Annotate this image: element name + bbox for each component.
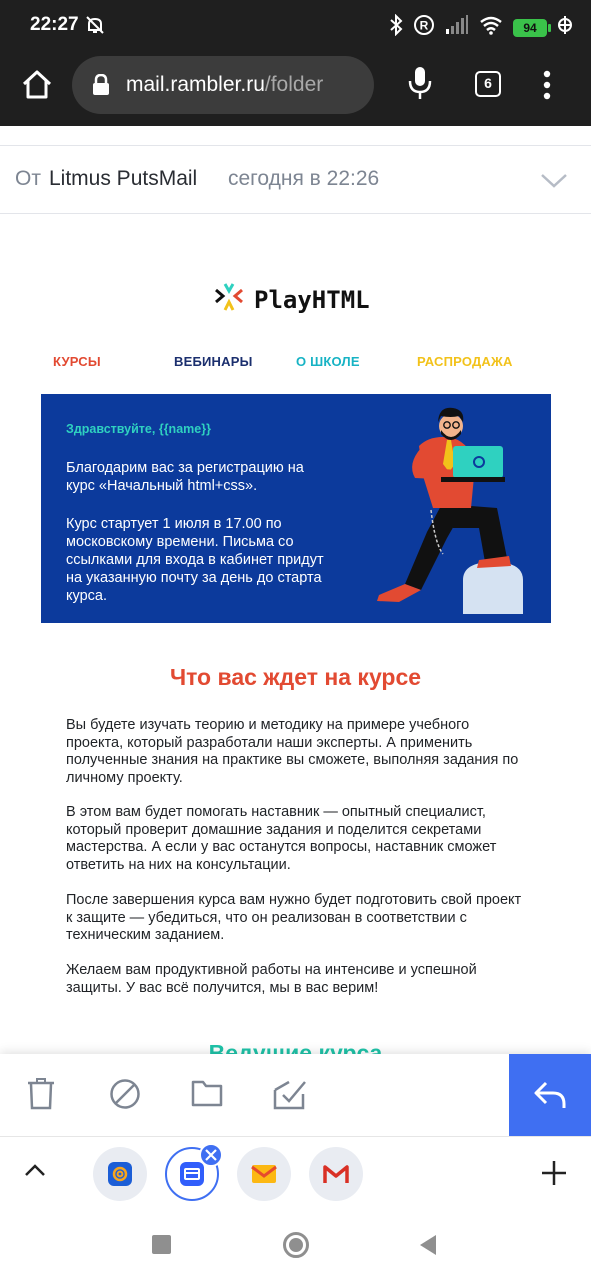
status-bar: 22:27 R 94 (0, 0, 591, 52)
nav-courses-link[interactable]: КУРСЫ (53, 354, 101, 369)
folder-icon[interactable] (191, 1078, 223, 1113)
url-text: mail.rambler.ru/folder (126, 73, 323, 97)
gmail-app-icon[interactable] (309, 1147, 363, 1201)
status-time: 22:27 (30, 14, 79, 35)
from-label: От (15, 167, 41, 190)
url-host: mail.rambler.ru (126, 73, 265, 96)
nav-webinars-link[interactable]: ВЕБИНАРЫ (174, 354, 253, 369)
close-icon[interactable] (199, 1143, 223, 1167)
mail-action-toolbar (0, 1054, 591, 1136)
banner-paragraph: Курс стартует 1 июля в 17.00 по московск… (66, 516, 324, 604)
sender-name[interactable]: Litmus PutsMail (49, 167, 197, 191)
bluetooth-icon (389, 13, 403, 41)
logo-text: PlayHTML (254, 285, 370, 314)
home-button-icon[interactable] (283, 1232, 309, 1258)
status-icons: R 94 (389, 13, 573, 41)
playhtml-logo-icon (214, 282, 244, 317)
url-path: /folder (264, 73, 324, 96)
yandex-mail-app-icon[interactable] (237, 1147, 291, 1201)
student-with-laptop-illustration (377, 407, 523, 614)
email-logo[interactable]: PlayHTML (214, 282, 370, 317)
chevron-up-icon[interactable] (24, 1163, 46, 1182)
spam-icon[interactable] (109, 1078, 141, 1115)
svg-text:R: R (420, 19, 429, 33)
tabs-count-button[interactable]: 6 (475, 71, 501, 97)
app-switcher-bar (0, 1136, 591, 1210)
message-header: От Litmus PutsMail сегодня в 22:26 (0, 126, 591, 214)
signal-icon (445, 15, 469, 40)
back-icon[interactable] (418, 1234, 438, 1261)
wifi-icon (479, 15, 503, 40)
mute-icon (84, 14, 106, 41)
home-icon[interactable] (20, 68, 54, 102)
body-paragraph: Вы будете изучать теорию и методику на п… (66, 717, 519, 786)
url-bar[interactable]: mail.rambler.ru/folder (72, 56, 374, 114)
body-paragraph: Желаем вам продуктивной работы на интенс… (66, 962, 477, 996)
trash-icon[interactable] (27, 1078, 55, 1115)
microphone-icon[interactable] (406, 65, 434, 106)
mail-ru-app-icon[interactable] (93, 1147, 147, 1201)
recent-apps-icon[interactable] (152, 1235, 171, 1254)
banner-paragraph: Благодарим вас за регистрацию на курс «Н… (66, 460, 304, 494)
plus-icon[interactable] (540, 1159, 568, 1192)
divider (0, 126, 591, 146)
registered-icon: R (413, 14, 435, 41)
reply-button[interactable] (509, 1054, 591, 1136)
mark-read-icon[interactable] (273, 1078, 307, 1115)
body-paragraph: В этом вам будет помогать наставник — оп… (66, 804, 497, 873)
browser-toolbar: mail.rambler.ru/folder 6 (0, 52, 591, 126)
battery-icon: 94 (513, 18, 551, 37)
section-title: Что вас ждет на курсе (169, 664, 422, 690)
chevron-down-icon[interactable] (540, 173, 568, 194)
message-date: сегодня в 22:26 (228, 167, 380, 190)
lock-icon (92, 73, 110, 101)
email-nav: КУРСЫ ВЕБИНАРЫ О ШКОЛЕ РАСПРОДАЖА (40, 354, 551, 374)
charging-icon (557, 15, 573, 40)
nav-about-link[interactable]: О ШКОЛЕ (296, 354, 360, 369)
more-menu-icon[interactable] (540, 68, 554, 107)
banner-greeting: Здравствуйте, {{name}} (66, 422, 211, 436)
system-navigation-bar (0, 1210, 591, 1280)
reply-icon (534, 1081, 566, 1108)
body-paragraph: После завершения курса вам нужно будет п… (66, 892, 522, 943)
nav-sale-link[interactable]: РАСПРОДАЖА (417, 354, 513, 369)
welcome-banner: Здравствуйте, {{name}} Благодарим вас за… (41, 394, 551, 623)
